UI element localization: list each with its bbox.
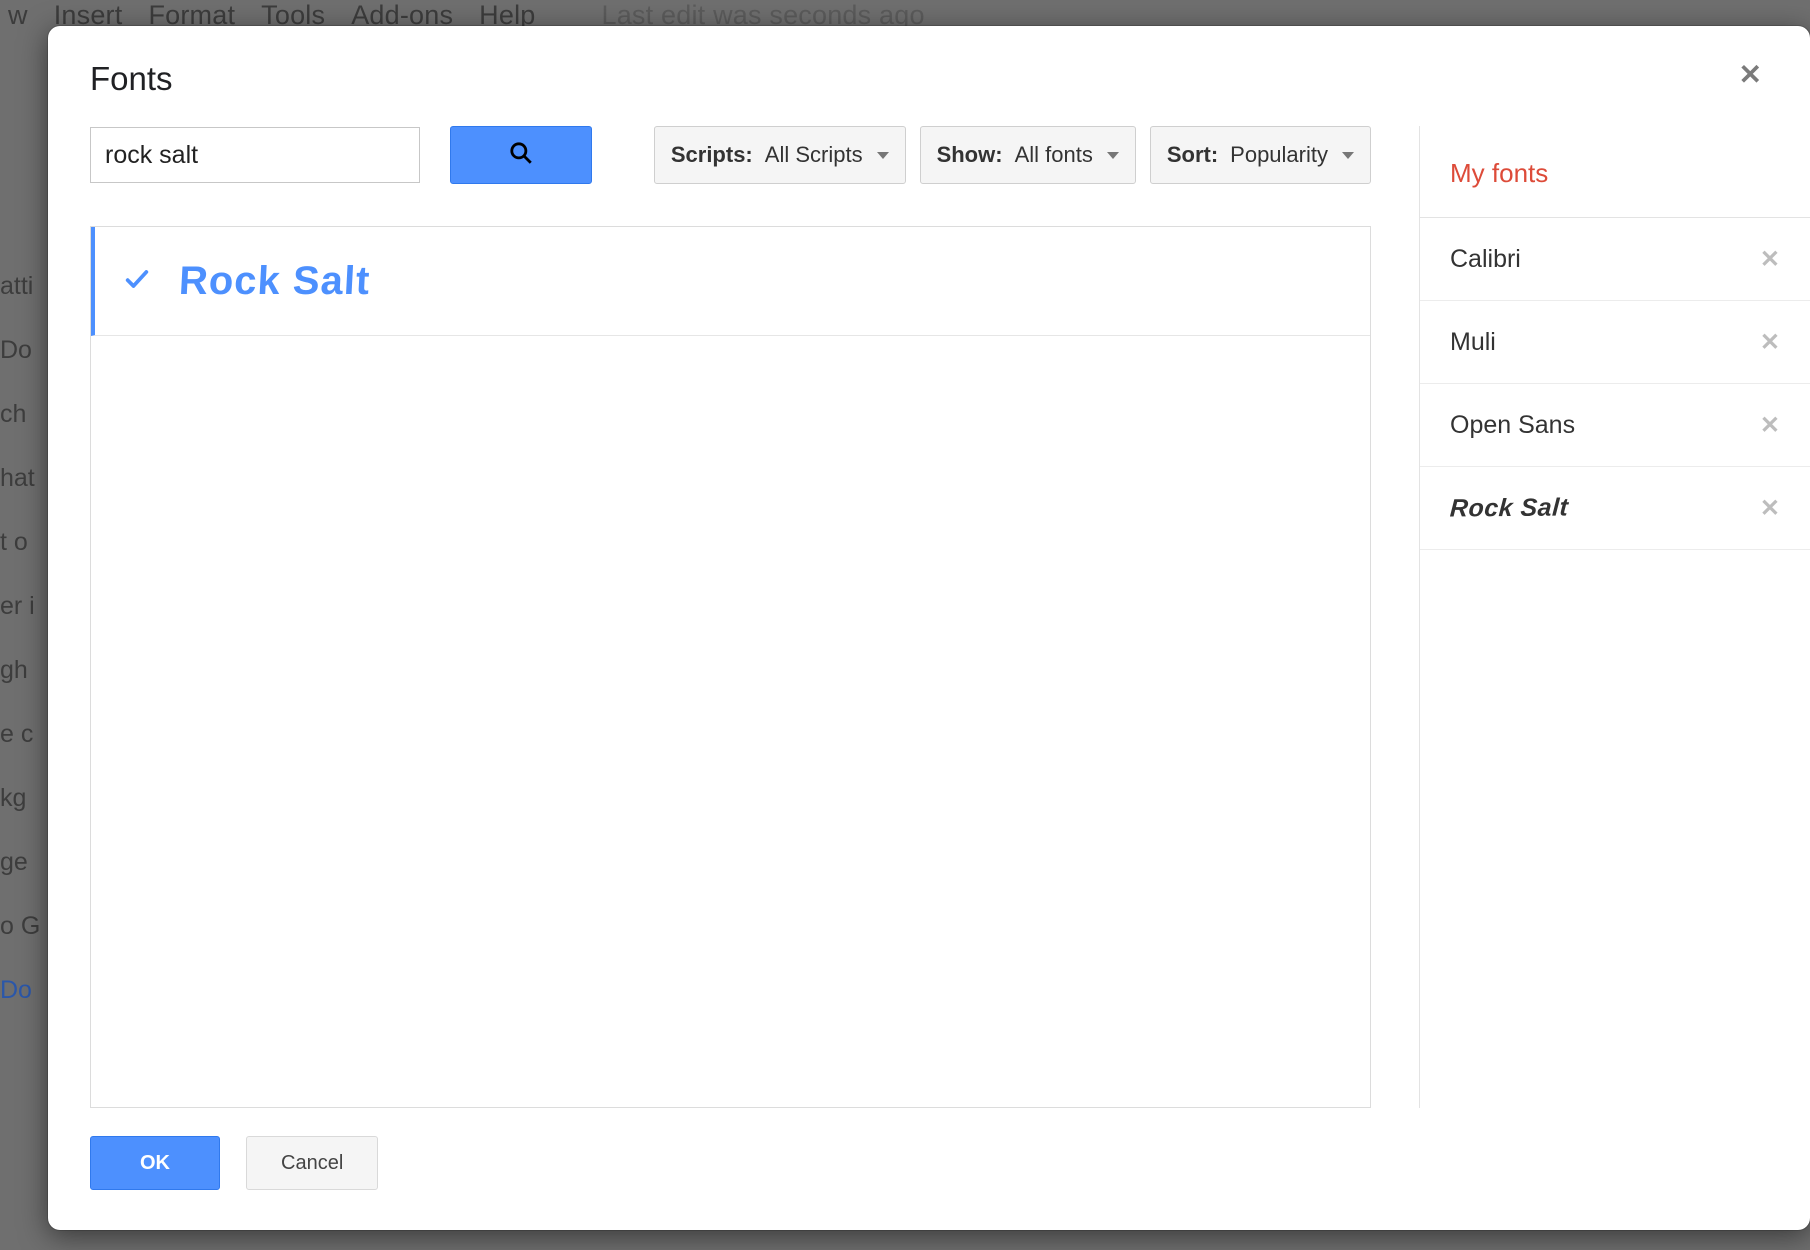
cancel-button[interactable]: Cancel bbox=[246, 1136, 378, 1190]
chevron-down-icon bbox=[877, 152, 889, 159]
ok-button[interactable]: OK bbox=[90, 1136, 220, 1190]
font-result-name: Rock Salt bbox=[178, 259, 372, 304]
my-font-name: Rock Salt bbox=[1449, 493, 1569, 523]
dialog-title: Fonts bbox=[90, 60, 173, 98]
show-filter-value: All fonts bbox=[1015, 142, 1093, 168]
show-filter-dropdown[interactable]: Show: All fonts bbox=[920, 126, 1136, 184]
search-button[interactable] bbox=[450, 126, 592, 184]
close-icon[interactable]: ✕ bbox=[1739, 58, 1762, 91]
my-font-name: Calibri bbox=[1450, 245, 1521, 274]
remove-font-icon[interactable]: ✕ bbox=[1760, 411, 1780, 440]
scripts-filter-prefix: Scripts: bbox=[671, 142, 753, 168]
font-results-list[interactable]: Rock Salt bbox=[90, 226, 1371, 1108]
remove-font-icon[interactable]: ✕ bbox=[1760, 328, 1780, 357]
show-filter-prefix: Show: bbox=[937, 142, 1003, 168]
scripts-filter-dropdown[interactable]: Scripts: All Scripts bbox=[654, 126, 906, 184]
my-font-name: Muli bbox=[1450, 328, 1496, 357]
my-font-item[interactable]: Calibri ✕ bbox=[1420, 218, 1810, 301]
my-fonts-panel: My fonts Calibri ✕ Muli ✕ Open Sans ✕ Ro… bbox=[1419, 126, 1810, 1108]
my-font-name: Open Sans bbox=[1450, 411, 1575, 440]
sort-filter-prefix: Sort: bbox=[1167, 142, 1218, 168]
sort-filter-value: Popularity bbox=[1230, 142, 1328, 168]
chevron-down-icon bbox=[1342, 152, 1354, 159]
checkmark-icon bbox=[123, 265, 151, 298]
sort-filter-dropdown[interactable]: Sort: Popularity bbox=[1150, 126, 1371, 184]
font-search-input[interactable] bbox=[90, 127, 420, 183]
my-fonts-title: My fonts bbox=[1420, 142, 1810, 218]
my-font-item[interactable]: Open Sans ✕ bbox=[1420, 384, 1810, 467]
scripts-filter-value: All Scripts bbox=[765, 142, 863, 168]
remove-font-icon[interactable]: ✕ bbox=[1760, 245, 1780, 274]
background-left-text: atti Do ch hat t o er i gh e c kg ge o G… bbox=[0, 254, 40, 1022]
font-result-item[interactable]: Rock Salt bbox=[91, 227, 1370, 336]
my-font-item[interactable]: Muli ✕ bbox=[1420, 301, 1810, 384]
chevron-down-icon bbox=[1107, 152, 1119, 159]
fonts-dialog: Fonts ✕ Scripts: All Scrip bbox=[48, 26, 1810, 1230]
my-font-item[interactable]: Rock Salt ✕ bbox=[1420, 467, 1810, 550]
remove-font-icon[interactable]: ✕ bbox=[1760, 494, 1780, 523]
search-icon bbox=[508, 140, 534, 171]
